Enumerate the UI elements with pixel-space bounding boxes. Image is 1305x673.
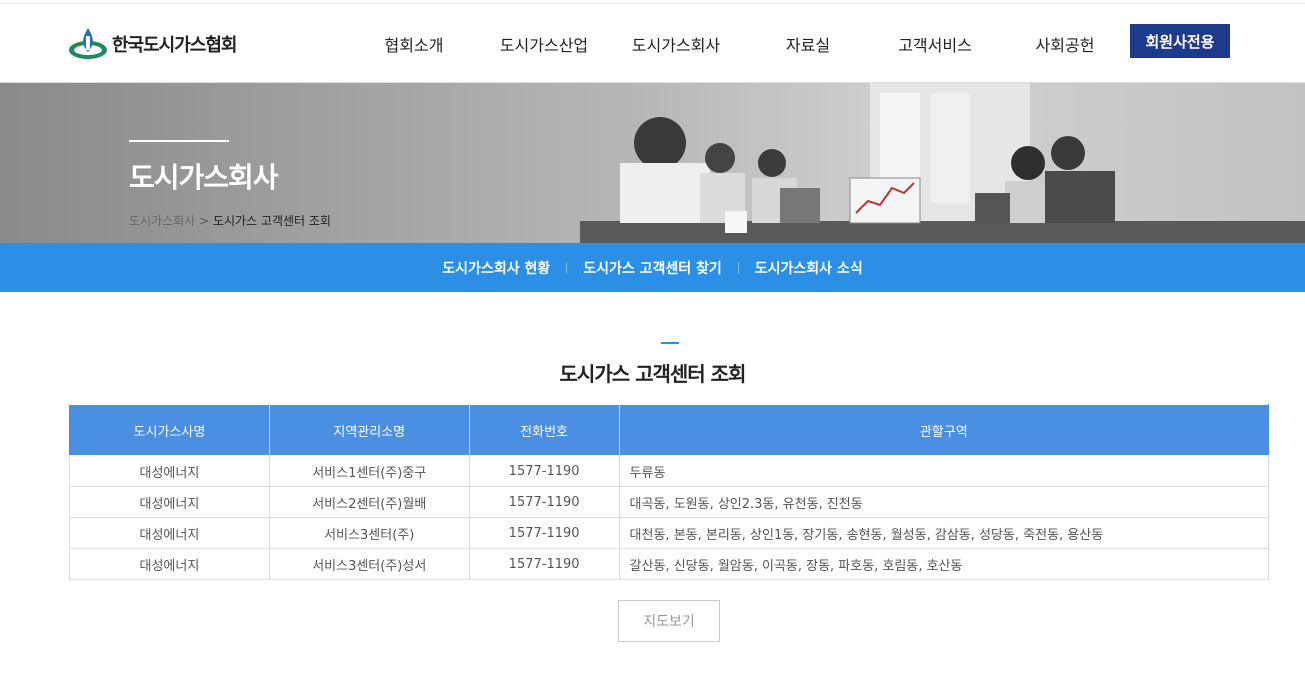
table-header-row: 도시가스사명 지역관리소명 전화번호 관할구역 bbox=[69, 404, 1270, 456]
section-title: 도시가스 고객센터 조회 bbox=[559, 362, 747, 386]
cell-company: 대성에너지 bbox=[69, 455, 270, 487]
cell-phone: 1577-1190 bbox=[468, 486, 620, 518]
site-header: 한국도시가스협회 협회소개 도시가스산업 도시가스회사 자료실 고객서비스 사회… bbox=[0, 4, 1305, 83]
cell-phone: 1577-1190 bbox=[468, 517, 620, 549]
column-header-area: 관할구역 bbox=[618, 404, 1270, 456]
cell-office: 서비스3센터(주)성서 bbox=[268, 548, 470, 580]
sub-nav: 도시가스회사 현황 도시가스 고객센터 찾기 도시가스회사 소식 bbox=[0, 243, 1305, 292]
table-row: 대성에너지 서비스1센터(주)중구 1577-1190 두류동 bbox=[69, 455, 1270, 487]
hero-rule bbox=[129, 140, 229, 142]
cell-area: 대곡동, 도원동, 상인2.3동, 유천동, 진천동 bbox=[618, 486, 1270, 518]
members-only-button[interactable]: 회원사전용 bbox=[1130, 24, 1230, 58]
table-row: 대성에너지 서비스3센터(주)성서 1577-1190 갈산동, 신당동, 월암… bbox=[69, 548, 1270, 580]
hero-banner: 도시가스회사 도시가스회사 > 도시가스 고객센터 조회 bbox=[0, 83, 1305, 243]
section-accent-bar bbox=[661, 342, 679, 344]
cell-company: 대성에너지 bbox=[69, 517, 270, 549]
subnav-item-company-status[interactable]: 도시가스회사 현황 bbox=[426, 258, 566, 278]
cell-area: 갈산동, 신당동, 월암동, 이곡동, 장동, 파호동, 호림동, 호산동 bbox=[618, 548, 1270, 580]
breadcrumb-link-companies[interactable]: 도시가스회사 bbox=[129, 214, 195, 228]
cell-office: 서비스3센터(주) bbox=[268, 517, 470, 549]
column-header-company: 도시가스사명 bbox=[69, 404, 270, 456]
table-row: 대성에너지 서비스3센터(주) 1577-1190 대천동, 본동, 본리동, … bbox=[69, 517, 1270, 549]
cell-company: 대성에너지 bbox=[69, 486, 270, 518]
cell-office: 서비스2센터(주)월배 bbox=[268, 486, 470, 518]
table-row: 대성에너지 서비스2센터(주)월배 1577-1190 대곡동, 도원동, 상인… bbox=[69, 486, 1270, 518]
nav-item-industry[interactable]: 도시가스산업 bbox=[500, 32, 588, 56]
breadcrumb-current: 도시가스 고객센터 조회 bbox=[212, 214, 331, 228]
cell-company: 대성에너지 bbox=[69, 548, 270, 580]
cell-area: 대천동, 본동, 본리동, 상인1동, 장기동, 송현동, 월성동, 감삼동, … bbox=[618, 517, 1270, 549]
view-map-button[interactable]: 지도보기 bbox=[618, 600, 720, 642]
main-nav: 협회소개 도시가스산업 도시가스회사 자료실 고객서비스 사회공헌 회원사전용 bbox=[0, 4, 1305, 83]
service-center-table: 도시가스사명 지역관리소명 전화번호 관할구역 대성에너지 서비스1센터(주)중… bbox=[69, 404, 1270, 580]
breadcrumb-separator: > bbox=[195, 214, 213, 228]
column-header-office: 지역관리소명 bbox=[268, 404, 470, 456]
page-title: 도시가스회사 bbox=[129, 161, 279, 194]
nav-item-customer-service[interactable]: 고객서비스 bbox=[898, 32, 972, 56]
cell-phone: 1577-1190 bbox=[468, 548, 620, 580]
subnav-item-company-news[interactable]: 도시가스회사 소식 bbox=[739, 258, 879, 278]
cell-area: 두류동 bbox=[618, 455, 1270, 487]
column-header-phone: 전화번호 bbox=[468, 404, 620, 456]
breadcrumb: 도시가스회사 > 도시가스 고객센터 조회 bbox=[129, 212, 331, 229]
nav-item-companies[interactable]: 도시가스회사 bbox=[632, 32, 720, 56]
cell-phone: 1577-1190 bbox=[468, 455, 620, 487]
nav-item-about[interactable]: 협회소개 bbox=[385, 32, 444, 56]
nav-item-social-contribution[interactable]: 사회공헌 bbox=[1036, 32, 1095, 56]
nav-item-archive[interactable]: 자료실 bbox=[786, 32, 830, 56]
subnav-item-find-service-center[interactable]: 도시가스 고객센터 찾기 bbox=[567, 258, 738, 278]
cell-office: 서비스1센터(주)중구 bbox=[268, 455, 470, 487]
